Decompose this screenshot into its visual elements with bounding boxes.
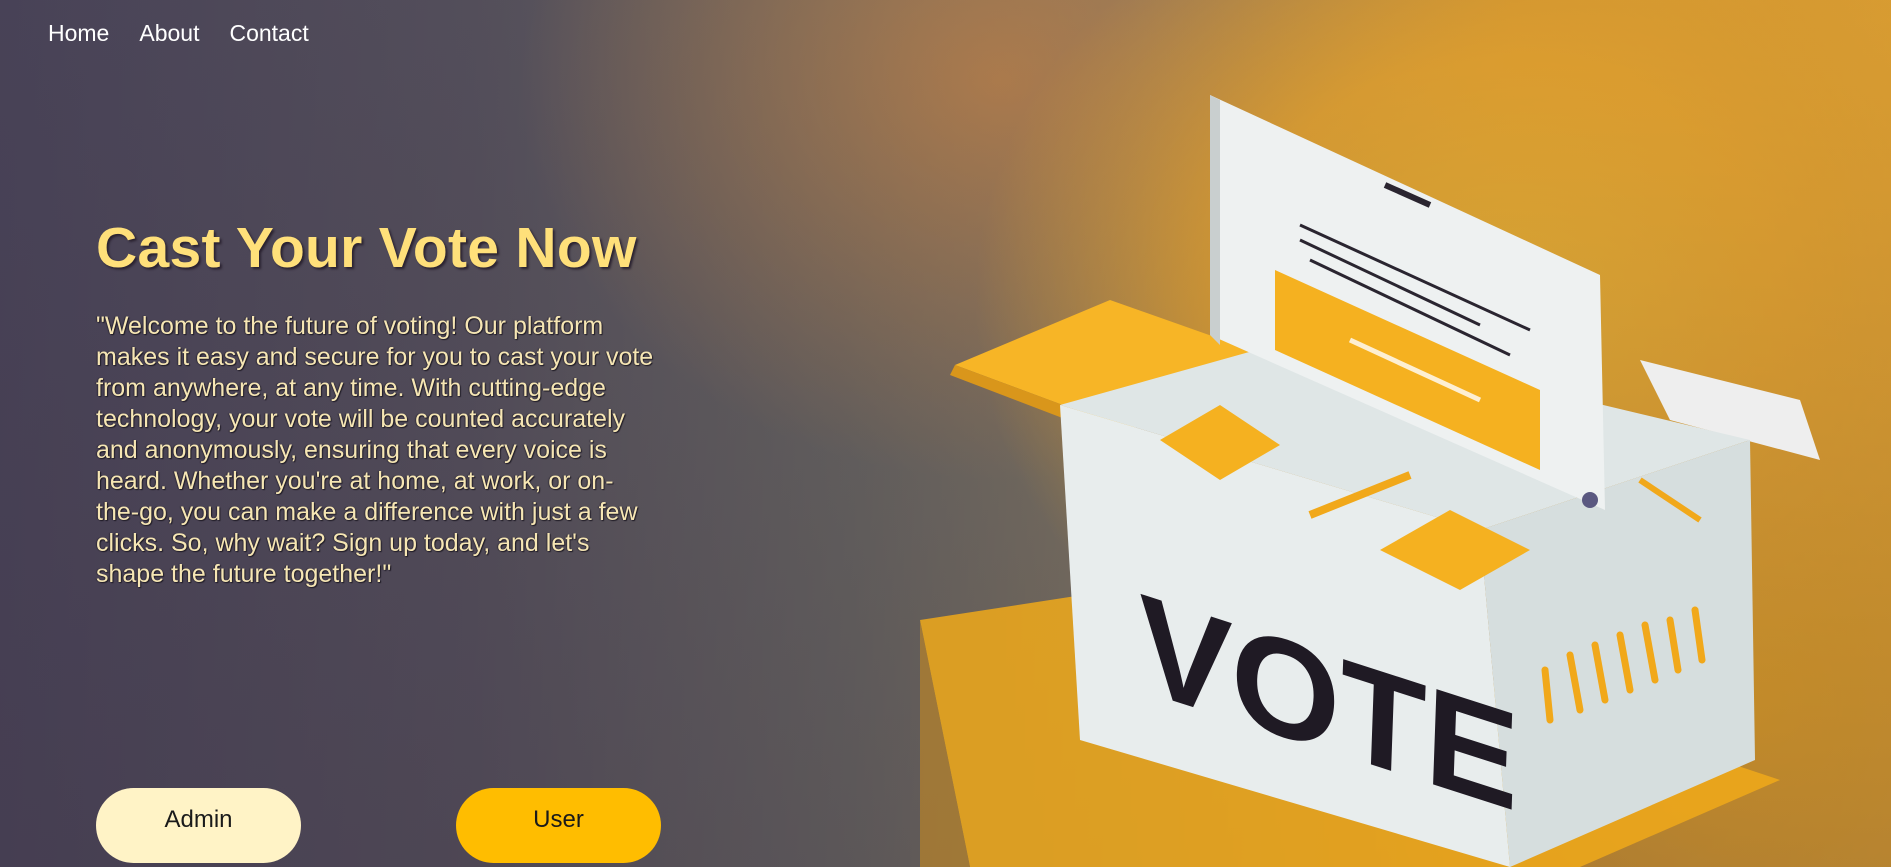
user-button[interactable]: User — [456, 788, 661, 863]
hero-title: Cast Your Vote Now — [96, 216, 637, 280]
top-nav: Home About Contact — [48, 20, 309, 47]
ballot-box-illustration: VOTE — [920, 95, 1820, 867]
admin-button[interactable]: Admin — [96, 788, 301, 863]
hero-description: "Welcome to the future of voting! Our pl… — [96, 312, 654, 588]
hero-section: Cast Your Vote Now "Welcome to the futur… — [96, 215, 656, 590]
nav-about-link[interactable]: About — [139, 20, 199, 47]
nav-contact-link[interactable]: Contact — [229, 20, 308, 47]
nav-home-link[interactable]: Home — [48, 20, 109, 47]
landing-page: Home About Contact Cast Your Vote Now "W… — [0, 0, 1891, 867]
